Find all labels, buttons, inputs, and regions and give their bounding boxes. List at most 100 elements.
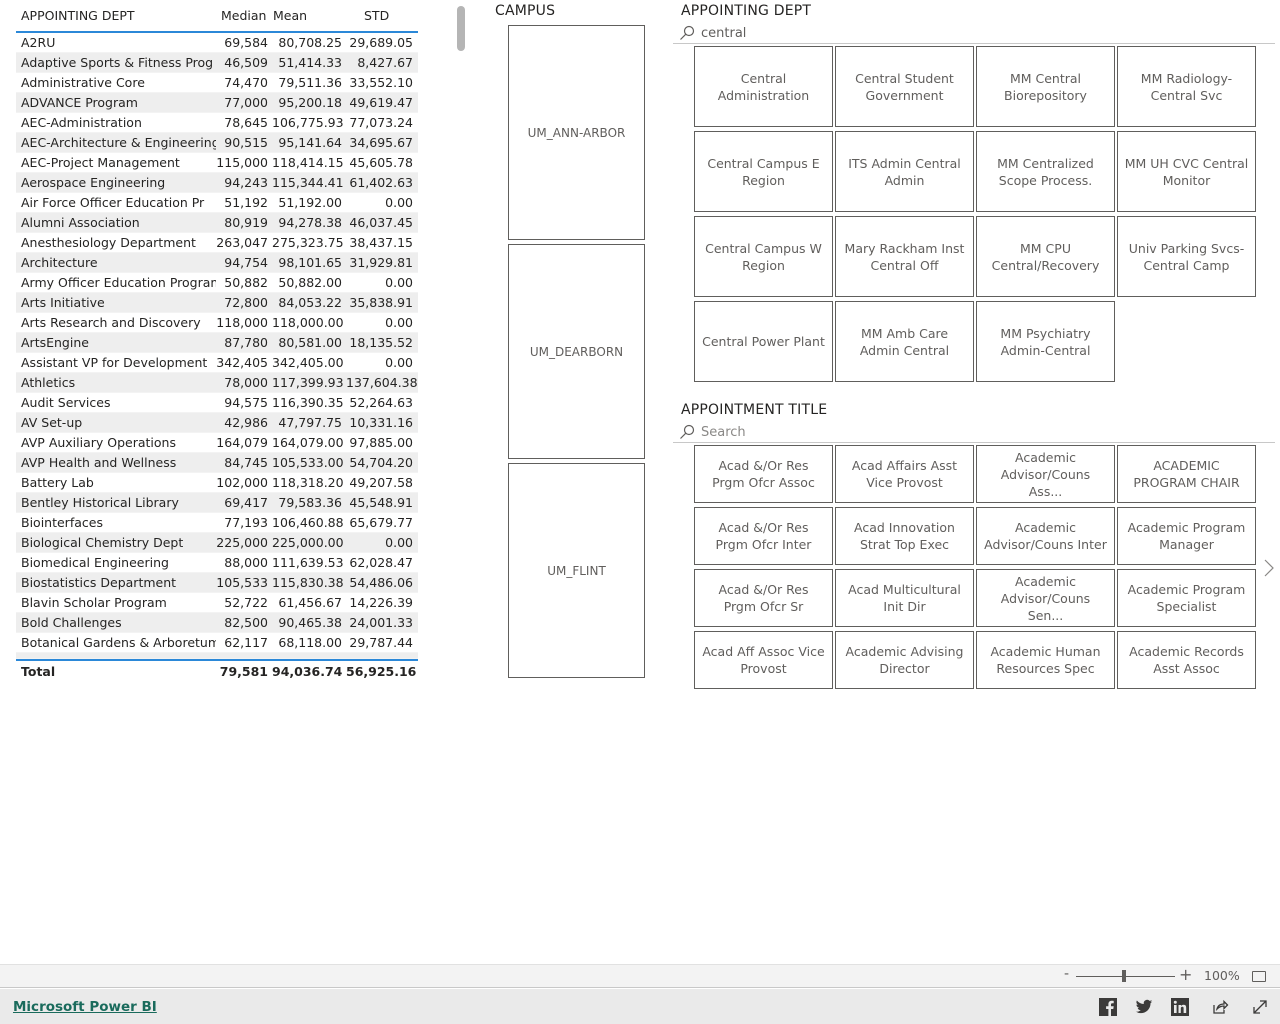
slicer-tile[interactable]: MM Centralized Scope Process. — [976, 131, 1115, 212]
slicer-tile[interactable]: MM UH CVC Central Monitor — [1117, 131, 1256, 212]
table-row[interactable]: Bentley Historical Library 69,417 79,583.3… — [16, 493, 418, 513]
table-row[interactable]: Anesthesiology Department 263,047 275,323.… — [16, 233, 418, 253]
cell-median: 62,117 — [224, 635, 268, 650]
header-median[interactable]: Median — [216, 8, 272, 23]
slicer-tile[interactable]: Acad Innovation Strat Top Exec — [835, 507, 974, 565]
table-row[interactable]: Biointerfaces 77,193 106,460.88 65,679.77 — [16, 513, 418, 533]
table-row[interactable]: Architecture 94,754 98,101.65 31,929.81 — [16, 253, 418, 273]
slicer-tile[interactable]: Univ Parking Svcs-Central Camp — [1117, 216, 1256, 297]
slicer-tile[interactable]: Academic Advisor/Couns Sen... — [976, 569, 1115, 627]
cell-dept: Biointerfaces — [21, 515, 103, 530]
slicer-tile[interactable]: MM Amb Care Admin Central — [835, 301, 974, 382]
cell-median: 94,575 — [224, 395, 268, 410]
slicer-tile[interactable]: Central Power Plant — [694, 301, 833, 382]
table-row[interactable]: ADVANCE Program 77,000 95,200.18 49,619.47 — [16, 93, 418, 113]
cell-std: 24,001.33 — [349, 615, 413, 630]
table-row[interactable]: AEC-Architecture & Engineering 90,515 95,1… — [16, 133, 418, 153]
slicer-tile[interactable]: ITS Admin Central Admin — [835, 131, 974, 212]
slicer-tile[interactable]: Academic Program Specialist — [1117, 569, 1256, 627]
report-canvas: APPOINTING DEPT Median Mean STD A2RU 69,5… — [0, 0, 1280, 964]
slicer-tile[interactable]: ACADEMIC PROGRAM CHAIR — [1117, 445, 1256, 503]
slicer-tile[interactable]: Academic Records Asst Assoc — [1117, 631, 1256, 689]
table-row[interactable]: Bold Challenges 82,500 90,465.38 24,001.33 — [16, 613, 418, 633]
table-row[interactable]: A2RU 69,584 80,708.25 29,689.05 — [16, 33, 418, 53]
slicer-tile[interactable]: Mary Rackham Inst Central Off — [835, 216, 974, 297]
chevron-right-icon[interactable] — [1262, 557, 1276, 579]
table-row[interactable]: AVP Health and Wellness 84,745 105,533.00 5… — [16, 453, 418, 473]
slicer-tile[interactable]: Central Campus E Region — [694, 131, 833, 212]
table-row[interactable]: AEC-Project Management 115,000 118,414.15 4… — [16, 153, 418, 173]
cell-median: 118,000 — [216, 315, 268, 330]
table-row[interactable]: Arts Research and Discovery 118,000 118,00… — [16, 313, 418, 333]
table-row[interactable]: Administrative Core 74,470 79,511.36 33,552… — [16, 73, 418, 93]
table-row[interactable]: Arts Initiative 72,800 84,053.22 35,838.91 — [16, 293, 418, 313]
facebook-icon[interactable] — [1099, 998, 1117, 1016]
campus-tile[interactable]: UM_DEARBORN — [508, 244, 645, 459]
cell-std: 10,331.16 — [349, 415, 413, 430]
table-row[interactable]: AV Set-up 42,986 47,797.75 10,331.16 — [16, 413, 418, 433]
cell-mean: 79,583.36 — [278, 495, 342, 510]
table-row[interactable]: Biostatistics Department 105,533 115,830.3… — [16, 573, 418, 593]
header-mean[interactable]: Mean — [272, 8, 346, 23]
table-row[interactable]: Audit Services 94,575 116,390.35 52,264.63 — [16, 393, 418, 413]
table-row[interactable]: Assistant VP for Development 342,405 342,4… — [16, 353, 418, 373]
table-row[interactable]: Biological Chemistry Dept 225,000 225,000.… — [16, 533, 418, 553]
share-icon[interactable] — [1211, 998, 1229, 1016]
table-row[interactable]: Athletics 78,000 117,399.93 137,604.38 — [16, 373, 418, 393]
table-row[interactable]: Biomedical Engineering 88,000 111,639.53 62… — [16, 553, 418, 573]
slicer-tile[interactable]: MM Psychiatry Admin-Central — [976, 301, 1115, 382]
slicer-tile[interactable]: Acad Aff Assoc Vice Provost — [694, 631, 833, 689]
linkedin-icon[interactable] — [1171, 998, 1189, 1016]
table-row[interactable]: Blavin Scholar Program 52,722 61,456.67 14,… — [16, 593, 418, 613]
cell-mean: 84,053.22 — [278, 295, 342, 310]
power-bi-link[interactable]: Microsoft Power BI — [13, 999, 157, 1015]
table-row[interactable]: Aerospace Engineering 94,243 115,344.41 61,… — [16, 173, 418, 193]
table-scrollbar[interactable] — [457, 6, 465, 51]
cell-median: 78,000 — [224, 375, 268, 390]
slicer-tile[interactable]: Acad Affairs Asst Vice Provost — [835, 445, 974, 503]
table-row[interactable]: Army Officer Education Program 50,882 50,8… — [16, 273, 418, 293]
cell-dept: Anesthesiology Department — [21, 235, 196, 250]
zoom-in-button[interactable]: + — [1179, 965, 1192, 984]
slicer-tile[interactable]: MM Central Biorepository — [976, 46, 1115, 127]
zoom-out-button[interactable]: - — [1064, 966, 1069, 982]
table-row[interactable]: AVP Auxiliary Operations 164,079 164,079.0… — [16, 433, 418, 453]
table-body: A2RU 69,584 80,708.25 29,689.05 Adaptive Spo… — [16, 33, 418, 659]
fullscreen-icon[interactable] — [1251, 998, 1269, 1016]
campus-tile[interactable]: UM_ANN-ARBOR — [508, 25, 645, 240]
slicer-tile[interactable]: Central Campus W Region — [694, 216, 833, 297]
dept-search-input[interactable] — [701, 25, 1261, 41]
header-appointing-dept[interactable]: APPOINTING DEPT — [16, 8, 216, 23]
table-row[interactable]: Botanical Gardens & Arboretum 62,117 68,11… — [16, 633, 418, 653]
appt-search-input[interactable] — [701, 424, 1261, 440]
cell-dept: Battery Lab — [21, 475, 94, 490]
cell-std: 34,695.67 — [349, 135, 413, 150]
cell-std: 0.00 — [385, 275, 413, 290]
slicer-tile[interactable]: Central Administration — [694, 46, 833, 127]
slicer-tile[interactable]: Academic Program Manager — [1117, 507, 1256, 565]
slicer-tile[interactable]: MM Radiology-Central Svc — [1117, 46, 1256, 127]
slicer-tile[interactable]: Central Student Government — [835, 46, 974, 127]
cell-mean: 94,278.38 — [278, 215, 342, 230]
twitter-icon[interactable] — [1135, 998, 1153, 1016]
table-row[interactable]: Air Force Officer Education Pr 51,192 51,1… — [16, 193, 418, 213]
header-std[interactable]: STD — [346, 8, 418, 23]
slicer-tile[interactable]: MM CPU Central/Recovery — [976, 216, 1115, 297]
slicer-tile[interactable]: Academic Advisor/Couns Inter — [976, 507, 1115, 565]
zoom-slider-thumb[interactable] — [1122, 970, 1126, 982]
slicer-tile[interactable]: Acad &/Or Res Prgm Ofcr Inter — [694, 507, 833, 565]
table-row[interactable]: AEC-Administration 78,645 106,775.93 77,073… — [16, 113, 418, 133]
campus-tile[interactable]: UM_FLINT — [508, 463, 645, 678]
slicer-tile[interactable]: Academic Human Resources Spec — [976, 631, 1115, 689]
table-row[interactable]: ArtsEngine 87,780 80,581.00 18,135.52 — [16, 333, 418, 353]
table-row[interactable]: Alumni Association 80,919 94,278.38 46,037.… — [16, 213, 418, 233]
slicer-tile[interactable]: Academic Advising Director — [835, 631, 974, 689]
slicer-tile[interactable]: Acad &/Or Res Prgm Ofcr Sr — [694, 569, 833, 627]
slicer-tile[interactable]: Academic Advisor/Couns Ass... — [976, 445, 1115, 503]
slicer-tile[interactable]: Acad &/Or Res Prgm Ofcr Assoc — [694, 445, 833, 503]
table-row[interactable]: Battery Lab 102,000 118,318.20 49,207.58 — [16, 473, 418, 493]
fit-to-page-icon[interactable] — [1252, 971, 1266, 982]
table-row[interactable]: Adaptive Sports & Fitness Prog 46,509 51,4… — [16, 53, 418, 73]
slicer-tile[interactable]: Acad Multicultural Init Dir — [835, 569, 974, 627]
cell-std: 33,552.10 — [349, 75, 413, 90]
